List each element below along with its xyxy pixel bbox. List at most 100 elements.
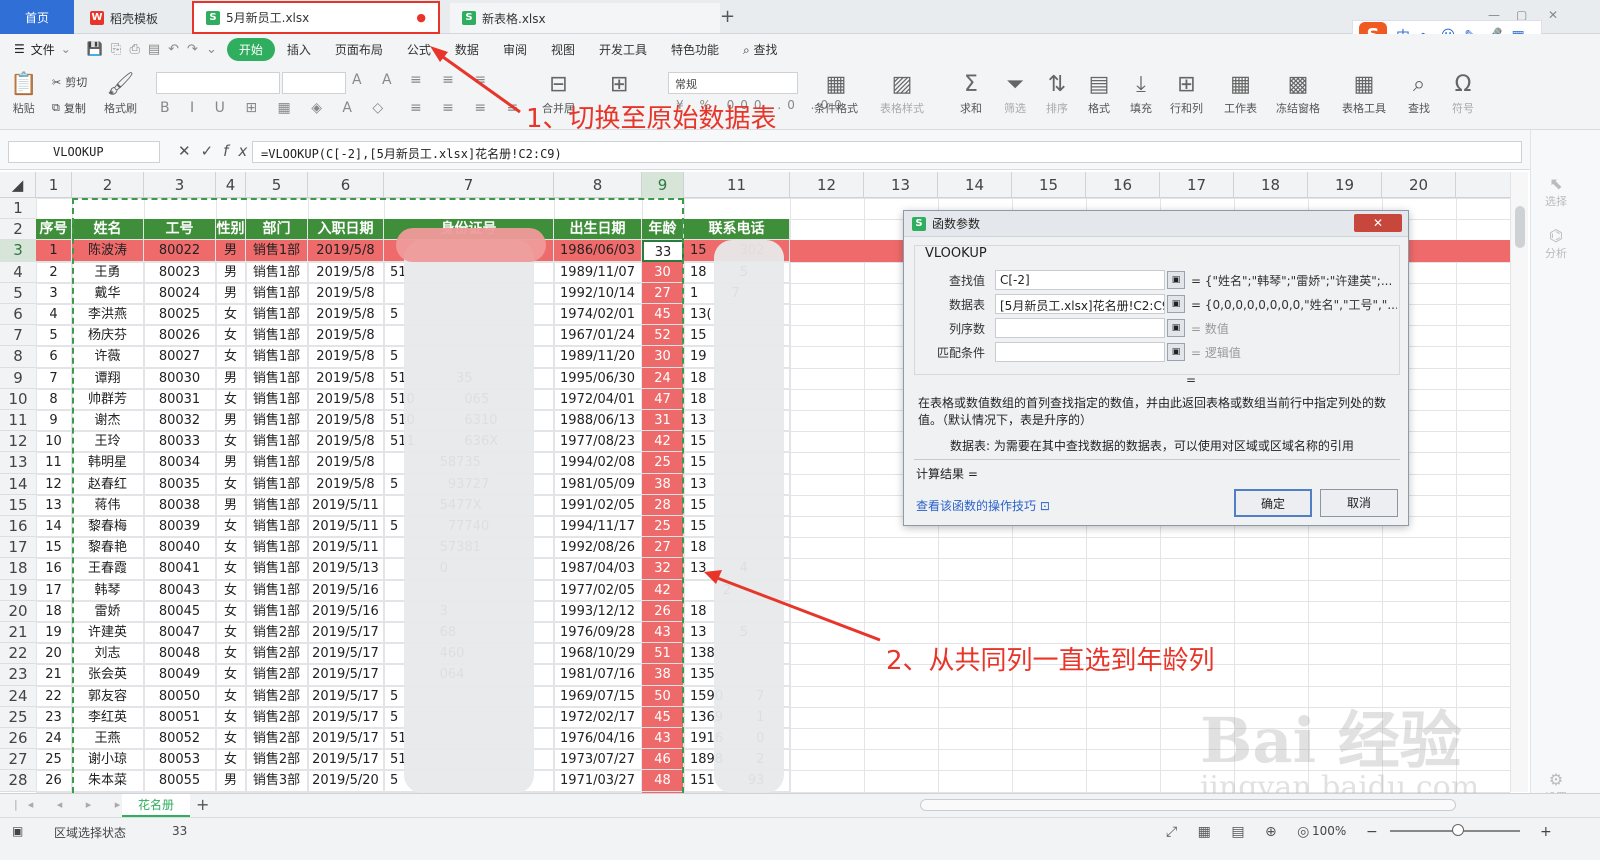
format-painter-button[interactable]: 🖌 格式刷: [104, 70, 137, 116]
zoom-out-icon[interactable]: −: [1366, 824, 1378, 840]
menu-data[interactable]: 数据: [443, 41, 491, 58]
column-header-cell[interactable]: 15: [1012, 172, 1086, 198]
cancel-button[interactable]: 取消: [1320, 489, 1398, 517]
row-header-cell[interactable]: 13: [0, 452, 36, 474]
filter-button[interactable]: ⏷ 筛选: [1004, 70, 1026, 116]
number-format-select[interactable]: 常规: [668, 72, 798, 94]
zoom-slider-knob[interactable]: [1452, 824, 1464, 836]
export-icon[interactable]: ⎘: [111, 42, 121, 57]
column-header-cell[interactable]: 5: [246, 172, 308, 198]
table-cell[interactable]: 14: [36, 516, 72, 538]
cancel-formula-icon[interactable]: ✕: [178, 142, 201, 160]
row-header-cell[interactable]: 10: [0, 388, 36, 410]
paste-button[interactable]: 📋 粘贴: [10, 70, 37, 116]
table-cell[interactable]: 6: [36, 346, 72, 368]
preview-icon[interactable]: ▤: [148, 42, 160, 57]
table-cell[interactable]: 10: [36, 431, 72, 453]
arg-input-lookup-value[interactable]: C[-2]: [995, 270, 1165, 290]
conditional-format-button[interactable]: ▦ 条件格式: [814, 70, 858, 116]
print-icon[interactable]: ⎙: [129, 42, 139, 57]
row-header-cell[interactable]: 28: [0, 770, 36, 792]
zoom-level[interactable]: 100%: [1312, 824, 1346, 838]
column-header-cell[interactable]: 14: [938, 172, 1012, 198]
tab-file-source[interactable]: S 5月新员工.xlsx ●: [192, 1, 440, 34]
menu-formulas[interactable]: 公式: [395, 41, 443, 58]
side-select[interactable]: ⬉ 选择: [1531, 174, 1581, 209]
row-header-cell[interactable]: 27: [0, 749, 36, 771]
help-link[interactable]: 查看该函数的操作技巧 ⊡: [916, 497, 1050, 514]
table-cell[interactable]: 12: [36, 473, 72, 495]
row-header-cell[interactable]: 22: [0, 643, 36, 665]
side-analyze[interactable]: ⌬ 分析: [1531, 226, 1581, 261]
tab-close-dot-icon[interactable]: ●: [416, 11, 426, 24]
table-cell[interactable]: 18: [36, 600, 72, 622]
table-cell[interactable]: 4: [36, 304, 72, 326]
arg-input-range-lookup[interactable]: [995, 342, 1165, 362]
row-header-cell[interactable]: 14: [0, 473, 36, 495]
save-icon[interactable]: 💾: [87, 42, 103, 57]
sort-button[interactable]: ⇅ 排序: [1046, 70, 1068, 116]
wrap-button[interactable]: ⊞: [610, 70, 628, 100]
formula-input[interactable]: =VLOOKUP(C[-2],[5月新员工.xlsx]花名册!C2:C9): [252, 141, 1522, 163]
table-cell[interactable]: 3: [36, 282, 72, 304]
row-header-cell[interactable]: 19: [0, 579, 36, 601]
fill-button[interactable]: ⤓ 填充: [1130, 70, 1152, 116]
dialog-close-button[interactable]: ✕: [1354, 214, 1402, 232]
font-size-select[interactable]: [282, 72, 346, 94]
row-header-cell[interactable]: 16: [0, 516, 36, 538]
symbol-button[interactable]: Ω 符号: [1452, 70, 1474, 116]
row-header-cell[interactable]: 23: [0, 664, 36, 686]
customize-icon[interactable]: ⌄: [206, 42, 217, 57]
column-header-cell[interactable]: 3: [144, 172, 216, 198]
range-picker-icon[interactable]: ▣: [1167, 271, 1185, 289]
table-header-cell[interactable]: 联系电话: [684, 219, 790, 241]
table-cell[interactable]: 8: [36, 388, 72, 410]
row-header-cell[interactable]: 17: [0, 537, 36, 559]
row-header-cell[interactable]: 21: [0, 622, 36, 644]
table-cell[interactable]: 19: [36, 622, 72, 644]
new-tab-button[interactable]: +: [720, 6, 735, 27]
copy-button[interactable]: ⧉ 复制: [52, 100, 86, 116]
row-header-cell[interactable]: 7: [0, 325, 36, 347]
ok-button[interactable]: 确定: [1234, 489, 1312, 517]
confirm-formula-icon[interactable]: ✓: [201, 142, 224, 160]
worksheet-button[interactable]: ▦ 工作表: [1224, 70, 1257, 116]
row-header-cell[interactable]: 24: [0, 685, 36, 707]
row-header-cell[interactable]: 6: [0, 304, 36, 326]
row-header-cell[interactable]: 2: [0, 219, 36, 241]
font-name-select[interactable]: [156, 72, 280, 94]
table-header-cell[interactable]: 序号: [36, 219, 72, 241]
table-cell[interactable]: 15: [36, 537, 72, 559]
menu-home[interactable]: 开始: [226, 37, 275, 61]
table-tools-button[interactable]: ▦ 表格工具: [1342, 70, 1386, 116]
find-button[interactable]: ⌕ 查找: [1408, 70, 1430, 116]
name-box[interactable]: VLOOKUP: [8, 141, 160, 163]
table-cell[interactable]: 26: [36, 770, 72, 792]
row-header-cell[interactable]: 3: [0, 240, 36, 262]
menu-special[interactable]: 特色功能: [659, 41, 731, 58]
table-cell[interactable]: 7: [36, 367, 72, 389]
vertical-scrollbar[interactable]: [1510, 172, 1528, 792]
row-header-cell[interactable]: 26: [0, 728, 36, 750]
row-header-cell[interactable]: 8: [0, 346, 36, 368]
column-header-cell[interactable]: 13: [864, 172, 938, 198]
font-style-icons[interactable]: B I U ⊞ ▦ ◈ A ◇: [160, 100, 391, 116]
row-header-cell[interactable]: 1: [0, 198, 36, 220]
table-cell[interactable]: 25: [36, 749, 72, 771]
column-header-cell[interactable]: 12: [790, 172, 864, 198]
align-icons[interactable]: ≡ ≡ ≡ ≡: [410, 100, 526, 116]
column-header-cell[interactable]: 18: [1234, 172, 1308, 198]
arg-input-table[interactable]: [5月新员工.xlsx]花名册!C2:C9: [995, 294, 1165, 314]
table-cell[interactable]: 21: [36, 664, 72, 686]
freeze-button[interactable]: ▩ 冻结窗格: [1276, 70, 1320, 116]
row-header-cell[interactable]: 18: [0, 558, 36, 580]
table-cell[interactable]: 23: [36, 706, 72, 728]
column-header-cell[interactable]: 17: [1160, 172, 1234, 198]
row-header-cell[interactable]: 4: [0, 261, 36, 283]
table-cell[interactable]: 2: [36, 261, 72, 283]
arg-input-col-index[interactable]: [995, 318, 1165, 338]
column-header-cell[interactable]: 9: [642, 172, 684, 198]
table-cell[interactable]: 24: [36, 728, 72, 750]
cut-button[interactable]: ✂ 剪切: [52, 74, 87, 90]
scroll-thumb[interactable]: [1515, 206, 1525, 248]
